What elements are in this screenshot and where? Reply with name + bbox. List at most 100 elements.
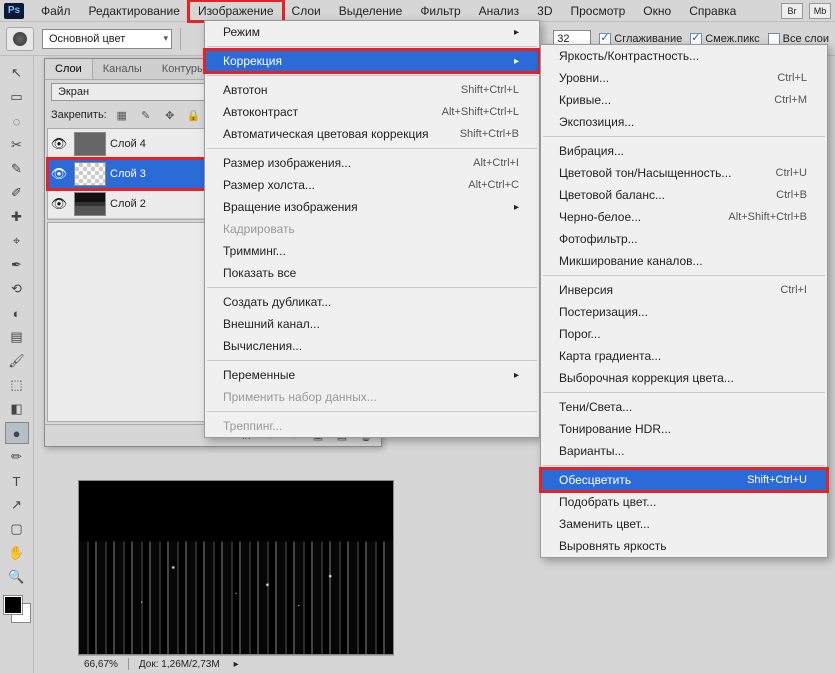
- menu-adjust-item[interactable]: Карта градиента...: [541, 345, 827, 367]
- smoothing-checkbox[interactable]: Сглаживание: [599, 33, 682, 45]
- tab-layers[interactable]: Слои: [45, 59, 93, 79]
- current-tool-indicator[interactable]: [6, 27, 34, 51]
- tool-10[interactable]: ◐: [5, 302, 29, 324]
- menu-adjust-item[interactable]: Подобрать цвет...: [541, 491, 827, 513]
- menu-adjust-item[interactable]: Кривые...Ctrl+M: [541, 89, 827, 111]
- header-button-mb[interactable]: Mb: [809, 3, 831, 19]
- menu-adjust-item[interactable]: Фотофильтр...: [541, 228, 827, 250]
- menu-adjust-item[interactable]: Порог...: [541, 323, 827, 345]
- menu-image-item[interactable]: Автоматическая цветовая коррекцияShift+C…: [205, 123, 539, 145]
- lock-position-icon[interactable]: ✥: [161, 107, 179, 123]
- tool-21[interactable]: 🔍: [5, 566, 29, 588]
- menu-adjust-item[interactable]: Выровнять яркость: [541, 535, 827, 557]
- menu-adjust-item[interactable]: Постеризация...: [541, 301, 827, 323]
- menu-Слои[interactable]: Слои: [283, 1, 330, 21]
- menu-Файл[interactable]: Файл: [32, 1, 80, 21]
- layer-thumbnail[interactable]: [74, 192, 106, 216]
- menu-adjust-item[interactable]: Яркость/Контрастность...: [541, 45, 827, 67]
- menu-adjust-item[interactable]: Тонирование HDR...: [541, 418, 827, 440]
- menu-adjust-item[interactable]: ИнверсияCtrl+I: [541, 279, 827, 301]
- menu-image-item[interactable]: Переменные: [205, 364, 539, 386]
- menu-adjust-item[interactable]: Выборочная коррекция цвета...: [541, 367, 827, 389]
- tool-18[interactable]: ↗: [5, 494, 29, 516]
- menu-item-label: Инверсия: [559, 283, 613, 297]
- menu-item-label: Тени/Света...: [559, 400, 632, 414]
- menu-item-label: Микширование каналов...: [559, 254, 703, 268]
- tool-11[interactable]: ▤: [5, 326, 29, 348]
- tool-17[interactable]: T: [5, 470, 29, 492]
- menu-adjust-item[interactable]: Тени/Света...: [541, 396, 827, 418]
- menu-image-item[interactable]: Коррекция: [205, 50, 539, 72]
- visibility-eye-icon[interactable]: 👁: [48, 196, 70, 212]
- layer-thumbnail[interactable]: [74, 162, 106, 186]
- visibility-eye-icon[interactable]: 👁: [48, 136, 70, 152]
- menu-image-item[interactable]: Вычисления...: [205, 335, 539, 357]
- tool-19[interactable]: ▢: [5, 518, 29, 540]
- menu-adjust-item[interactable]: Цветовой тон/Насыщенность...Ctrl+U: [541, 162, 827, 184]
- tool-14[interactable]: ◧: [5, 398, 29, 420]
- menu-image-item[interactable]: Размер холста...Alt+Ctrl+C: [205, 174, 539, 196]
- menu-Фильтр[interactable]: Фильтр: [411, 1, 469, 21]
- menu-Окно[interactable]: Окно: [634, 1, 680, 21]
- tool-5[interactable]: ✐: [5, 182, 29, 204]
- tool-3[interactable]: ✂: [5, 134, 29, 156]
- menu-Изображение[interactable]: Изображение: [189, 1, 283, 21]
- tool-6[interactable]: ✚: [5, 206, 29, 228]
- menu-item-label: Выборочная коррекция цвета...: [559, 371, 734, 385]
- menu-image-item[interactable]: АвтотонShift+Ctrl+L: [205, 79, 539, 101]
- menu-item-label: Черно-белое...: [559, 210, 641, 224]
- menu-image-item[interactable]: Тримминг...: [205, 240, 539, 262]
- menu-3D[interactable]: 3D: [528, 1, 561, 21]
- menu-adjust-item[interactable]: Экспозиция...: [541, 111, 827, 133]
- menu-item-label: Кадрировать: [223, 222, 295, 236]
- tool-13[interactable]: ⬚: [5, 374, 29, 396]
- tool-12[interactable]: 🖌: [5, 350, 29, 372]
- tool-9[interactable]: ⟲: [5, 278, 29, 300]
- tab-channels[interactable]: Каналы: [93, 59, 152, 79]
- menu-Просмотр[interactable]: Просмотр: [561, 1, 634, 21]
- lock-all-icon[interactable]: 🔒: [185, 107, 203, 123]
- tool-2[interactable]: ◌: [5, 110, 29, 132]
- tool-7[interactable]: ⌖: [5, 230, 29, 252]
- menu-image-item[interactable]: Внешний канал...: [205, 313, 539, 335]
- lock-pixels-icon[interactable]: ✎: [137, 107, 155, 123]
- document-canvas[interactable]: [78, 480, 394, 655]
- menu-adjust-item[interactable]: Варианты...: [541, 440, 827, 462]
- menu-adjust-item[interactable]: ОбесцветитьShift+Ctrl+U: [541, 469, 827, 491]
- tool-16[interactable]: ✏: [5, 446, 29, 468]
- menu-adjust-item[interactable]: Цветовой баланс...Ctrl+B: [541, 184, 827, 206]
- menu-adjust-item[interactable]: Черно-белое...Alt+Shift+Ctrl+B: [541, 206, 827, 228]
- tool-8[interactable]: ✒: [5, 254, 29, 276]
- menu-image-item[interactable]: Показать все: [205, 262, 539, 284]
- tool-4[interactable]: ✎: [5, 158, 29, 180]
- menu-adjust-item[interactable]: Заменить цвет...: [541, 513, 827, 535]
- color-source-combo[interactable]: Основной цвет: [42, 29, 172, 49]
- menu-image-item[interactable]: Вращение изображения: [205, 196, 539, 218]
- header-button-br[interactable]: Br: [781, 3, 803, 19]
- menu-image-item[interactable]: Размер изображения...Alt+Ctrl+I: [205, 152, 539, 174]
- shortcut-label: Shift+Ctrl+L: [461, 84, 519, 96]
- menu-Анализ[interactable]: Анализ: [470, 1, 529, 21]
- menu-image-item[interactable]: Создать дубликат...: [205, 291, 539, 313]
- menu-item-label: Автоконтраст: [223, 105, 298, 119]
- menu-Выделение[interactable]: Выделение: [330, 1, 412, 21]
- menu-Редактирование[interactable]: Редактирование: [80, 1, 189, 21]
- all-layers-checkbox[interactable]: Все слои: [768, 33, 829, 45]
- menu-image-item[interactable]: АвтоконтрастAlt+Shift+Ctrl+L: [205, 101, 539, 123]
- visibility-eye-icon[interactable]: 👁: [48, 166, 70, 182]
- menu-adjust-item[interactable]: Уровни...Ctrl+L: [541, 67, 827, 89]
- tool-0[interactable]: ↖: [5, 62, 29, 84]
- zoom-level[interactable]: 66,67%: [84, 659, 118, 670]
- contiguous-checkbox[interactable]: Смеж.пикс: [690, 33, 759, 45]
- menu-adjust-item[interactable]: Микширование каналов...: [541, 250, 827, 272]
- tool-1[interactable]: ▭: [5, 86, 29, 108]
- tool-20[interactable]: ✋: [5, 542, 29, 564]
- menu-Справка[interactable]: Справка: [680, 1, 745, 21]
- menu-item-label: Яркость/Контрастность...: [559, 49, 699, 63]
- tool-15[interactable]: ●: [5, 422, 29, 444]
- color-swatches[interactable]: [4, 596, 30, 622]
- layer-thumbnail[interactable]: [74, 132, 106, 156]
- lock-transparent-icon[interactable]: ▦: [113, 107, 131, 123]
- menu-image-item[interactable]: Режим: [205, 21, 539, 43]
- menu-adjust-item[interactable]: Вибрация...: [541, 140, 827, 162]
